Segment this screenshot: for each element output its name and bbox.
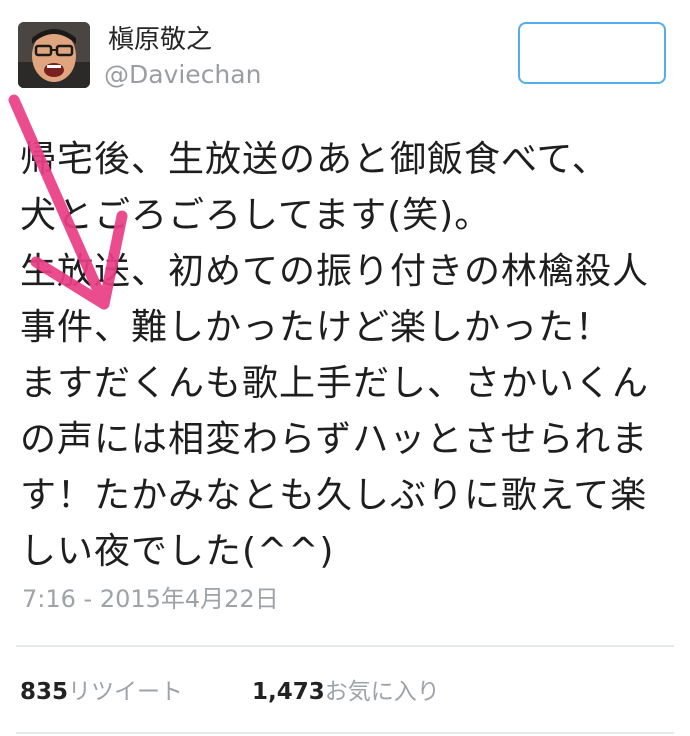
follow-button[interactable] [518,22,666,84]
retweet-count: 835 [20,679,69,705]
tweet-timestamp[interactable]: 7:16 - 2015年4月22日 [22,584,279,614]
retweet-label: リツイート [68,679,184,705]
tweet-header: 槇原敬之 @Daviechan [0,0,690,110]
stats-divider-bottom [16,732,674,734]
author-handle[interactable]: @Daviechan [104,60,261,90]
stats-divider-top [16,645,674,647]
favorite-count: 1,473 [252,679,325,705]
retweet-count-link[interactable]: 835リツイート [20,674,183,710]
tweet-text: 帰宅後、生放送のあと御飯食べて、 犬とごろごろしてます(笑)。 生放送、初めての… [20,139,650,572]
author-display-name[interactable]: 槇原敬之 [108,24,212,56]
favorite-count-link[interactable]: 1,473お気に入り [252,674,440,710]
user-avatar[interactable] [18,22,90,88]
favorite-label: お気に入り [324,679,440,705]
user-avatar-photo-icon [18,22,90,88]
